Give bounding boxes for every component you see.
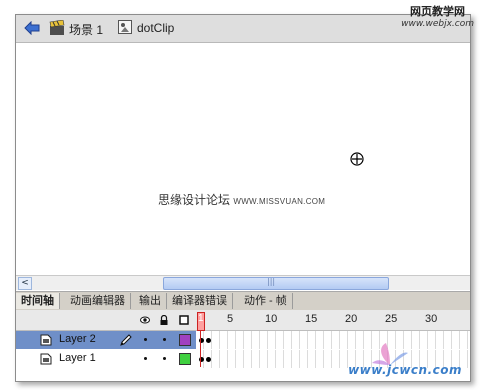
tab-timeline[interactable]: 时间轴 [16, 293, 60, 309]
scene-clapper-icon [49, 20, 65, 35]
layer-name[interactable]: Layer 2 [59, 333, 96, 345]
movieclip-symbol-icon [118, 20, 132, 34]
stage-horizontal-scrollbar[interactable]: < ||| [16, 275, 470, 290]
scroll-grip: ||| [267, 277, 276, 286]
keyframe[interactable] [206, 357, 211, 362]
visibility-dot[interactable] [144, 357, 147, 360]
layer-icon [40, 334, 52, 346]
layer-name-cell[interactable]: Layer 2 [16, 331, 196, 349]
scroll-left-button[interactable]: < [18, 277, 32, 290]
stage-watermark-text: 思缘设计论坛 WWW.MISSVUAN.COM [158, 191, 325, 208]
outline-icon[interactable] [179, 315, 189, 325]
registration-point-icon [350, 152, 364, 166]
watermark-bottom: www.jcwcn.com [348, 363, 462, 377]
scroll-thumb[interactable]: ||| [163, 277, 389, 290]
ruler-label: 1 [198, 313, 204, 324]
layer-name-cell[interactable]: Layer 1 [16, 350, 196, 368]
scene-breadcrumb[interactable]: 场景 1 [69, 21, 103, 38]
ruler-label: 5 [227, 313, 234, 325]
tab-output[interactable]: 输出 [134, 293, 167, 309]
layer-frames[interactable] [196, 331, 470, 349]
stage-canvas[interactable]: 思缘设计论坛 WWW.MISSVUAN.COM [16, 43, 470, 275]
layer-name[interactable]: Layer 1 [59, 352, 96, 364]
playhead-line [200, 331, 201, 367]
visibility-dot[interactable] [144, 338, 147, 341]
ruler-label: 10 [265, 313, 278, 325]
eye-icon[interactable] [140, 315, 150, 325]
ruler-label: 15 [305, 313, 318, 325]
ruler-label: 20 [345, 313, 358, 325]
flash-ide-window: 场景 1 dotClip 思缘设计论坛 WWW.MISSVUAN.COM < |… [15, 14, 471, 382]
lock-icon[interactable] [159, 315, 169, 325]
watermark-top-title: 网页教学网 [410, 5, 466, 18]
lock-dot[interactable] [163, 338, 166, 341]
lock-dot[interactable] [163, 357, 166, 360]
tab-compiler-errors[interactable]: 编译器错误 [167, 293, 233, 309]
keyframe[interactable] [206, 338, 211, 343]
watermark-top-url: www.webjx.com [401, 19, 474, 29]
back-arrow-icon[interactable] [24, 21, 40, 35]
layer-color-swatch[interactable] [179, 353, 191, 365]
ruler-label: 25 [385, 313, 398, 325]
tab-motion-editor[interactable]: 动画编辑器 [65, 293, 131, 309]
watermark-top: 网页教学网 www.webjx.com [401, 6, 474, 30]
stage-text-url: WWW.MISSVUAN.COM [233, 197, 326, 206]
frame-ruler[interactable]: 1 5 10 15 20 25 30 [196, 310, 470, 331]
stage-text-main: 思缘设计论坛 [158, 193, 231, 207]
pencil-edit-icon [120, 334, 132, 346]
tab-actions-frame[interactable]: 动作 - 帧 [239, 293, 293, 309]
layer-color-swatch[interactable] [179, 334, 191, 346]
symbol-breadcrumb[interactable]: dotClip [137, 21, 174, 35]
timeline-header: 1 5 10 15 20 25 30 [16, 310, 470, 331]
panel-tabs: 时间轴 动画编辑器 输出 编译器错误 动作 - 帧 [16, 291, 470, 311]
layer-icon [40, 353, 52, 365]
ruler-label: 30 [425, 313, 438, 325]
